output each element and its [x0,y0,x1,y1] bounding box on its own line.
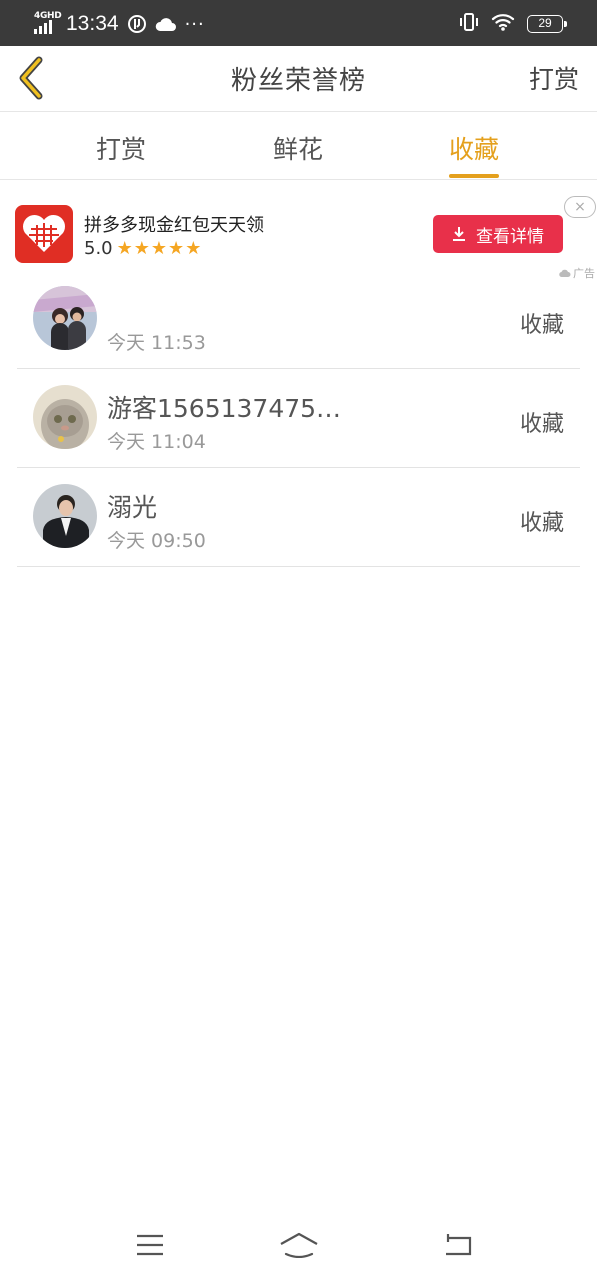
menu-icon[interactable] [130,1230,170,1260]
download-icon [453,227,465,241]
system-nav-bar [0,1212,597,1280]
ad-close-button[interactable]: × [564,196,596,218]
cloud-icon [155,15,177,33]
tab-favorites[interactable]: 收藏 [449,130,500,178]
favorites-list: 今天 11:53 收藏 游客1565137475… 今天 11:04 收藏 溺光… [0,270,597,567]
timestamp: 今天 11:53 [107,332,206,354]
view-details-button[interactable]: 查看详情 [433,215,563,253]
page-title: 粉丝荣誉榜 [230,66,366,96]
clock: 13:34 [66,12,119,35]
tab-flowers[interactable]: 鲜花 [273,130,323,178]
user-name: 溺光 [107,493,158,522]
ad-banner[interactable]: 拼多多现金红包天天领 5.0 ★★★★★ 查看详情 × 广告 [0,181,597,281]
wifi-icon [491,12,515,36]
view-details-label: 查看详情 [476,226,544,247]
back-icon[interactable] [436,1230,476,1260]
battery-icon: 29 [527,15,567,33]
avatar[interactable] [33,286,97,350]
avatar[interactable] [33,385,97,449]
user-name: 游客1565137475… [107,394,342,423]
list-item[interactable]: 游客1565137475… 今天 11:04 收藏 [17,369,580,468]
ad-rating: 5.0 ★★★★★ [84,238,202,259]
more-notifications-icon: ··· [184,13,205,35]
tab-label: 鲜花 [273,135,324,164]
ad-score: 5.0 [84,238,113,259]
tab-active-indicator [449,174,500,178]
list-item[interactable]: 溺光 今天 09:50 收藏 [17,468,580,567]
favorite-label: 收藏 [519,511,564,536]
title-bar: 粉丝荣誉榜 打赏 [0,46,597,112]
vibrate-icon [459,12,479,36]
timestamp: 今天 11:04 [107,431,206,453]
data-saver-icon [127,14,147,34]
tab-reward[interactable]: 打赏 [96,130,146,178]
avatar[interactable] [33,484,97,548]
home-icon[interactable] [279,1230,319,1260]
signal-icon: 4GHD [34,12,62,36]
tab-label: 收藏 [449,135,500,164]
list-item[interactable]: 今天 11:53 收藏 [17,270,580,369]
star-rating-icon: ★★★★★ [116,238,203,259]
status-right: 29 [459,10,567,38]
pinduoduo-logo-icon [15,205,73,263]
tab-label: 打赏 [96,135,147,164]
status-bar: 4GHD 13:34 ··· 29 [0,0,597,46]
timestamp: 今天 09:50 [107,530,206,552]
favorite-label: 收藏 [519,412,564,437]
status-left: 4GHD 13:34 ··· [34,10,205,38]
tab-bar: 打赏 鲜花 收藏 [0,112,597,180]
ad-title: 拼多多现金红包天天领 [84,215,264,236]
favorite-label: 收藏 [519,313,564,338]
reward-button[interactable]: 打赏 [529,60,579,96]
